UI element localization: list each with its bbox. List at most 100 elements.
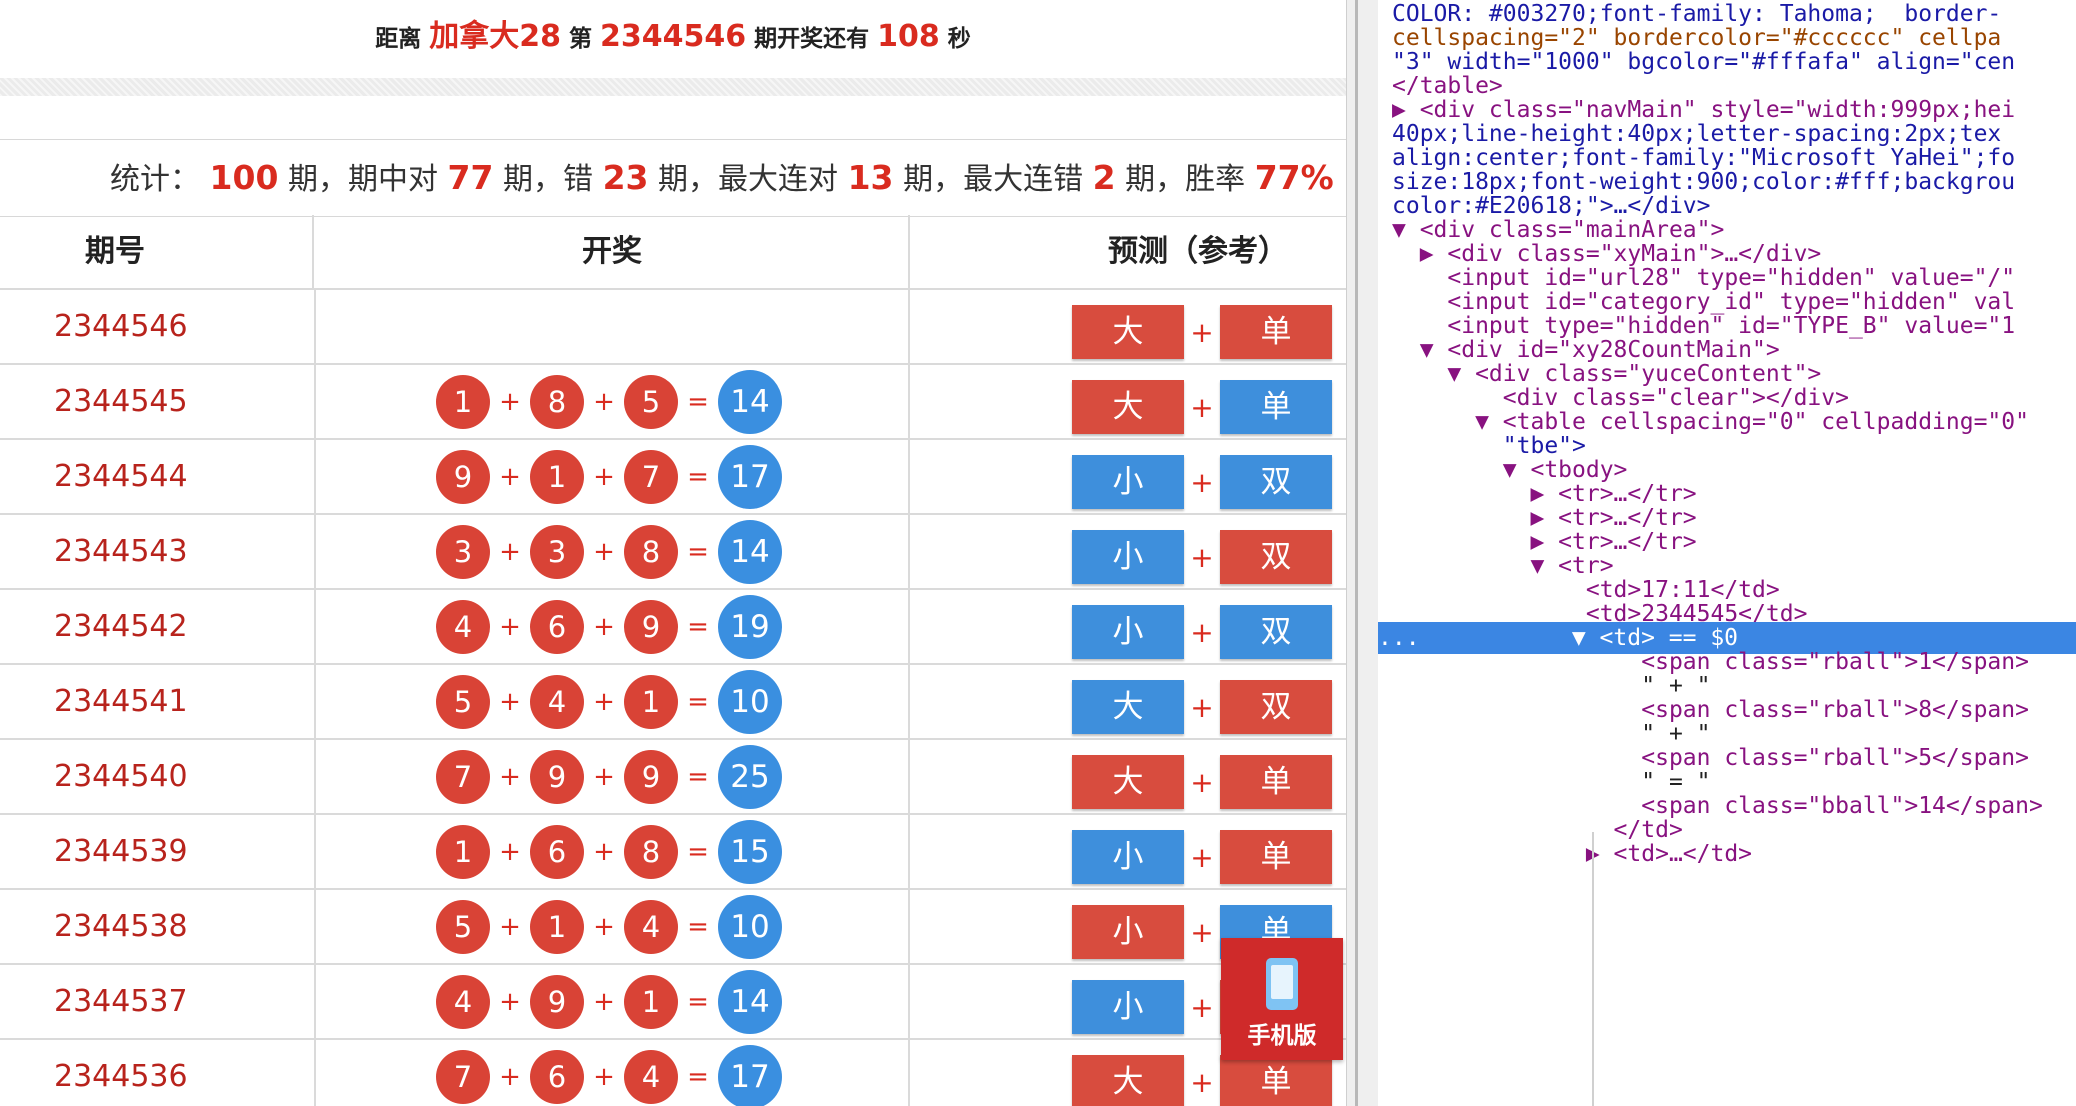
draw-balls: 4 +9 +1 = 14 <box>436 970 782 1034</box>
equals-sign: = <box>687 687 709 717</box>
prediction-size-tag: 大 <box>1072 305 1184 359</box>
issue-cell: 2344536 <box>0 1040 316 1106</box>
draw-balls: 5 +4 +1 = 10 <box>436 670 782 734</box>
draw-cell: 1 +6 +8 = 15 <box>316 815 910 888</box>
plus-sign: + <box>1190 615 1214 649</box>
plus-sign: + <box>499 837 521 867</box>
decorative-stripe <box>0 78 1346 96</box>
table-header-row: 期号 开奖 预测（参考） <box>0 215 1346 290</box>
plus-sign: + <box>499 762 521 792</box>
prediction-parity-tag: 单 <box>1220 755 1332 809</box>
dom-node-text: ▶ <td>…</td> <box>1392 841 1753 867</box>
table-row: 2344537 4 +9 +1 = 14 小 + <box>0 965 1346 1040</box>
stats-text-5: 期，胜率 <box>1125 162 1246 197</box>
draw-balls: 3 +3 +8 = 14 <box>436 520 782 584</box>
plus-sign: + <box>1190 915 1214 949</box>
issue-number: 2344543 <box>54 534 188 569</box>
prediction-tags: 大 + 单 <box>1072 379 1332 435</box>
equals-sign: = <box>687 537 709 567</box>
issue-number: 2344539 <box>54 834 188 869</box>
equals-sign: = <box>687 462 709 492</box>
countdown-banner: 距离 加拿大28 第 2344546 期开奖还有 108 秒 <box>0 0 1346 74</box>
draw-cell: 7 +9 +9 = 25 <box>316 740 910 813</box>
plus-sign: + <box>593 837 615 867</box>
draw-cell: 4 +9 +1 = 14 <box>316 965 910 1038</box>
plus-sign: + <box>1190 465 1214 499</box>
prediction-tags: 大 + 单 <box>1072 754 1332 810</box>
draw-cell: 9 +1 +7 = 17 <box>316 440 910 513</box>
prediction-parity-tag: 单 <box>1220 1055 1332 1106</box>
plus-sign: + <box>1190 765 1214 799</box>
sum-ball: 25 <box>718 745 782 809</box>
equals-sign: = <box>687 1062 709 1092</box>
header-issue: 期号 <box>0 215 314 288</box>
table-row: 2344542 4 +6 +9 = 19 小 + 双 <box>0 590 1346 665</box>
red-ball: 8 <box>530 375 584 429</box>
issue-cell: 2344546 <box>0 290 316 363</box>
plus-sign: + <box>1190 690 1214 724</box>
red-ball: 4 <box>436 975 490 1029</box>
draw-cell: 4 +6 +9 = 19 <box>316 590 910 663</box>
red-ball: 7 <box>436 1050 490 1104</box>
panel-splitter[interactable] <box>1346 0 1379 1106</box>
red-ball: 9 <box>624 750 678 804</box>
issue-number: 2344541 <box>54 684 188 719</box>
plus-sign: + <box>1190 390 1214 424</box>
prediction-parity-tag: 双 <box>1220 530 1332 584</box>
plus-sign: + <box>1190 315 1214 349</box>
table-row: 2344538 5 +1 +4 = 10 小 + 单 <box>0 890 1346 965</box>
stats-max-right-streak: 13 <box>847 158 894 197</box>
stats-text-1: 期，期中对 <box>287 162 438 197</box>
countdown-prefix: 距离 <box>375 26 422 52</box>
issue-number: 2344546 <box>54 309 188 344</box>
plus-sign: + <box>1190 840 1214 874</box>
issue-cell: 2344543 <box>0 515 316 588</box>
issue-number: 2344542 <box>54 609 188 644</box>
red-ball: 5 <box>436 675 490 729</box>
issue-number: 2344540 <box>54 759 188 794</box>
plus-sign: + <box>1190 540 1214 574</box>
stats-total: 100 <box>209 158 279 197</box>
equals-sign: = <box>687 387 709 417</box>
tree-guide-line <box>1592 832 1594 1106</box>
red-ball: 8 <box>624 825 678 879</box>
red-ball: 6 <box>530 1050 584 1104</box>
prediction-parity-tag: 单 <box>1220 305 1332 359</box>
red-ball: 4 <box>530 675 584 729</box>
red-ball: 8 <box>624 525 678 579</box>
red-ball: 4 <box>624 1050 678 1104</box>
red-ball: 5 <box>436 900 490 954</box>
prediction-cell: 大 + 单 <box>910 740 1346 813</box>
issue-cell: 2344537 <box>0 965 316 1038</box>
prediction-tags: 小 + 双 <box>1072 454 1332 510</box>
table-row: 2344545 1 +8 +5 = 14 大 + 单 <box>0 365 1346 440</box>
red-ball: 4 <box>624 900 678 954</box>
game-name: 加拿大28 <box>429 19 561 54</box>
table-row: 2344543 3 +3 +8 = 14 小 + 双 <box>0 515 1346 590</box>
dom-node-line[interactable]: ▶ <td>…</td> <box>1392 838 1752 870</box>
red-ball: 1 <box>624 975 678 1029</box>
red-ball: 5 <box>624 375 678 429</box>
red-ball: 1 <box>530 450 584 504</box>
issue-cell: 2344545 <box>0 365 316 438</box>
results-table: 期号 开奖 预测（参考） 2344546 大 + 单 2344545 1 +8 +5 = 14 大 +… <box>0 215 1346 1106</box>
draw-cell: 1 +8 +5 = 14 <box>316 365 910 438</box>
red-ball: 9 <box>530 975 584 1029</box>
prediction-cell: 小 + 双 <box>910 440 1346 513</box>
plus-sign: + <box>499 387 521 417</box>
countdown-middle: 期开奖还有 <box>754 26 870 52</box>
red-ball: 6 <box>530 600 584 654</box>
table-row: 2344544 9 +1 +7 = 17 小 + 双 <box>0 440 1346 515</box>
plus-sign: + <box>1190 990 1214 1024</box>
issue-number: 2344538 <box>54 909 188 944</box>
draw-balls: 7 +9 +9 = 25 <box>436 745 782 809</box>
red-ball: 9 <box>530 750 584 804</box>
stats-win-rate: 77% <box>1254 158 1334 197</box>
plus-sign: + <box>593 987 615 1017</box>
table-row: 2344540 7 +9 +9 = 25 大 + 单 <box>0 740 1346 815</box>
mobile-version-button[interactable]: 手机版 <box>1221 938 1343 1060</box>
plus-sign: + <box>593 462 615 492</box>
red-ball: 1 <box>436 375 490 429</box>
draw-balls: 9 +1 +7 = 17 <box>436 445 782 509</box>
phone-icon <box>1266 958 1298 1010</box>
